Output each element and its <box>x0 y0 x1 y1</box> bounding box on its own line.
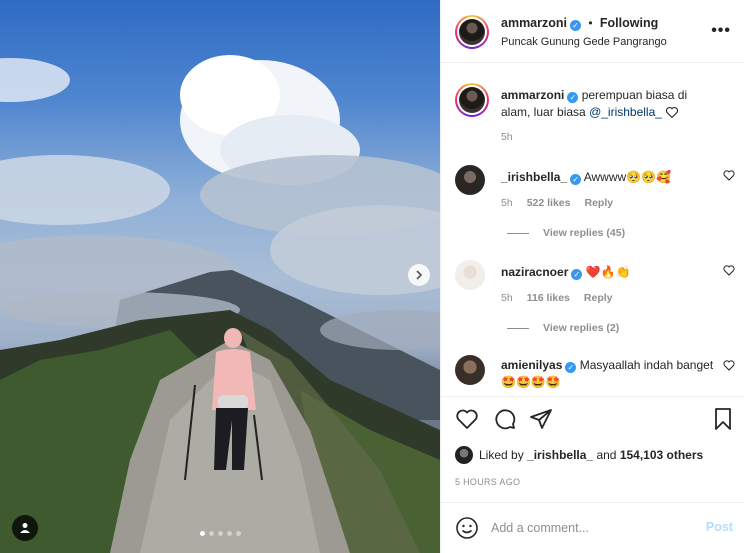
bookmark-icon[interactable] <box>711 407 735 431</box>
comments-list[interactable]: ammarzoni ✓ perempuan biasa di alam, luar… <box>441 63 744 396</box>
comment-icon[interactable] <box>493 407 517 431</box>
likes-summary: Liked by _irishbella_ and 154,103 others <box>455 446 703 464</box>
view-replies-button[interactable]: View replies (2) <box>507 322 619 334</box>
author-avatar[interactable] <box>455 15 489 49</box>
carousel-dot <box>208 531 214 536</box>
likes-joiner: and <box>596 448 617 462</box>
comment-like-icon[interactable] <box>723 359 735 371</box>
add-comment-bar: Post <box>441 502 744 553</box>
separator-dot: • <box>588 16 593 30</box>
location-link[interactable]: Puncak Gunung Gede Pangrango <box>501 36 667 48</box>
likes-prefix: Liked by <box>479 448 524 462</box>
commenter-avatar[interactable] <box>455 260 485 290</box>
comment-likes[interactable]: 522 likes <box>527 197 571 209</box>
reply-button[interactable]: Reply <box>584 197 613 209</box>
reply-button[interactable]: Reply <box>584 292 613 304</box>
carousel-dot <box>226 531 232 536</box>
view-replies-label: View replies (2) <box>543 322 620 334</box>
commenter-username[interactable]: amienilyas <box>501 358 562 372</box>
author-username[interactable]: ammarzoni <box>501 16 567 30</box>
caption-mention[interactable]: @_irishbella_ <box>589 105 662 119</box>
commenter-username[interactable]: naziracnoer <box>501 265 568 279</box>
post-photo[interactable] <box>0 0 440 553</box>
likes-count[interactable]: 154,103 others <box>620 448 703 462</box>
carousel-dot <box>199 531 205 536</box>
more-options-icon[interactable]: ••• <box>711 22 731 40</box>
liker-avatar[interactable] <box>455 446 473 464</box>
commenter-avatar[interactable] <box>455 355 485 385</box>
post-timestamp[interactable]: 5 HOURS AGO <box>455 477 520 487</box>
caption-username[interactable]: ammarzoni <box>501 88 564 102</box>
comment-like-icon[interactable] <box>723 264 735 276</box>
view-replies-button[interactable]: View replies (45) <box>507 227 625 239</box>
view-replies-label: View replies (45) <box>543 227 626 239</box>
liker-username[interactable]: _irishbella_ <box>527 448 593 462</box>
heart-outline-icon <box>666 106 679 119</box>
send-icon[interactable] <box>529 407 553 431</box>
following-button[interactable]: Following <box>600 16 658 30</box>
caption-time: 5h <box>501 131 513 143</box>
commenter-username[interactable]: _irishbella_ <box>501 170 567 184</box>
comment-likes[interactable]: 116 likes <box>527 292 570 304</box>
comment-item: naziracnoer ✓ ❤️🔥👏 5h 116 likes Reply View … <box>455 260 735 340</box>
post-actions-bar <box>441 396 744 442</box>
carousel-dot <box>217 531 223 536</box>
verified-badge-icon: ✓ <box>570 174 582 185</box>
comment-time: 5h <box>501 197 513 209</box>
comment-input[interactable] <box>491 517 691 539</box>
tagged-users-button[interactable] <box>12 515 38 541</box>
verified-badge-icon: ✓ <box>565 362 577 373</box>
caption: ammarzoni ✓ perempuan biasa di alam, luar… <box>455 83 735 153</box>
carousel-indicator <box>0 531 440 536</box>
commenter-avatar[interactable] <box>455 165 485 195</box>
comment-text: ❤️🔥👏 <box>585 265 631 279</box>
comment-like-icon[interactable] <box>723 169 735 181</box>
comment-time: 5h <box>501 292 513 304</box>
carousel-dot <box>235 531 241 536</box>
chevron-right-icon <box>416 270 423 280</box>
next-photo-button[interactable] <box>408 264 430 286</box>
post-header: ammarzoni ✓ • Following Puncak Gunung Ged… <box>441 0 744 63</box>
post-side-panel: ammarzoni ✓ • Following Puncak Gunung Ged… <box>440 0 744 553</box>
comment-item: amienilyas ✓ Masyaallah indah banget 🤩🤩🤩🤩 <box>455 355 735 396</box>
post-comment-button[interactable]: Post <box>706 520 733 534</box>
verified-badge-icon: ✓ <box>567 92 579 103</box>
verified-badge-icon: ✓ <box>571 269 583 280</box>
smiley-icon[interactable] <box>455 516 479 540</box>
author-avatar[interactable] <box>455 83 489 117</box>
verified-badge-icon: ✓ <box>570 20 581 31</box>
comment-text: Awwww🥺🥺🥰 <box>583 170 671 184</box>
heart-outline-icon[interactable] <box>455 407 479 431</box>
comment-item: _irishbella_ ✓ Awwww🥺🥺🥰 5h 522 likes Reply … <box>455 165 735 245</box>
mountain-scene-image <box>0 55 440 553</box>
